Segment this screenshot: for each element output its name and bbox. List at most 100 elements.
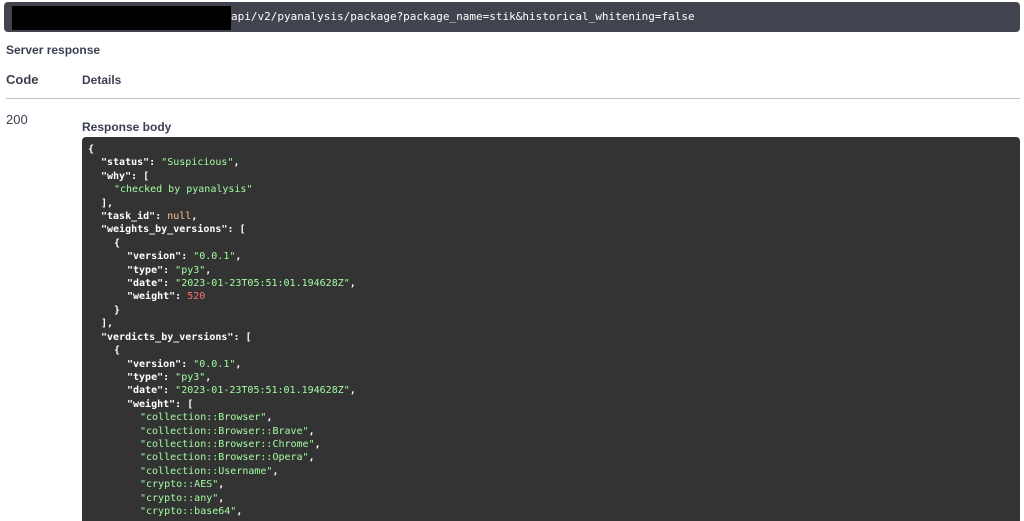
json-line: "weight": [ (88, 398, 1020, 411)
json-token: "crypto::AES" (140, 479, 219, 491)
json-token: "2023-01-23T05:51:01.194628Z" (175, 385, 350, 397)
json-line: "collection::Browser::Opera", (88, 451, 1020, 464)
json-token: { (88, 144, 95, 155)
code-column-header: Code (6, 72, 39, 87)
json-token: null (167, 211, 192, 223)
json-token: : (181, 358, 194, 370)
json-line: ], (88, 317, 1020, 330)
json-token: , (205, 264, 212, 276)
json-token: "type" (127, 371, 164, 383)
json-line: "collection::Username", (88, 465, 1020, 478)
json-token: { (114, 237, 121, 249)
json-token: : (163, 385, 176, 397)
json-token: "0.0.1" (193, 251, 236, 263)
json-line: "type": "py3", (88, 371, 1020, 384)
json-token: : [ (227, 224, 246, 236)
json-line: "crypto::base64", (88, 505, 1020, 518)
json-token: "date" (127, 278, 164, 290)
json-token: : [ (131, 170, 150, 182)
json-token: : (163, 278, 176, 290)
json-token: "weights_by_versions" (101, 224, 228, 236)
json-token: "task_id" (101, 211, 156, 223)
json-line: "verdicts_by_versions": [ (88, 331, 1020, 344)
json-token: "status" (101, 157, 150, 169)
json-line: "checked by pyanalysis" (88, 183, 1020, 196)
json-token: , (272, 465, 279, 477)
json-line: "collection::Browser::Brave", (88, 425, 1020, 438)
json-token: , (191, 211, 198, 223)
json-token: , (308, 452, 315, 464)
json-token: , (314, 438, 321, 450)
json-token: : (163, 371, 176, 383)
json-token: "date" (127, 385, 164, 397)
json-line: { (88, 344, 1020, 357)
json-token: , (235, 358, 242, 370)
json-token: "0.0.1" (193, 358, 236, 370)
json-token: "collection::Username" (140, 465, 273, 477)
json-token: "collection::Browser::Chrome" (140, 438, 315, 450)
json-token: "collection::Browser::Opera" (140, 452, 309, 464)
json-token: , (218, 479, 225, 491)
response-body[interactable]: {"status": "Suspicious", "why": ["checked… (82, 137, 1020, 521)
json-line: "crypto::AES", (88, 478, 1020, 491)
json-token: , (235, 251, 242, 263)
json-line: "task_id": null, (88, 210, 1020, 223)
redacted-host (12, 6, 231, 30)
json-token: , (236, 505, 243, 517)
json-token: "type" (127, 264, 164, 276)
json-token: ], (101, 318, 114, 330)
json-token: , (205, 371, 212, 383)
json-token: , (349, 385, 356, 397)
json-token: "version" (127, 251, 182, 263)
json-line: "version": "0.0.1", (88, 358, 1020, 371)
json-token: } (114, 304, 121, 316)
json-line: ], (88, 197, 1020, 210)
json-token: "weight" (127, 398, 176, 410)
request-url-bar[interactable]: api/v2/pyanalysis/package?package_name=s… (4, 2, 1020, 32)
json-line: "crypto::any", (88, 492, 1020, 505)
json-token: "why" (101, 170, 132, 182)
json-line: { (88, 143, 1020, 156)
json-token: "Suspicious" (161, 157, 234, 169)
json-token: : (181, 251, 194, 263)
response-body-json: {"status": "Suspicious", "why": ["checked… (82, 137, 1020, 518)
json-token: : [ (233, 331, 252, 343)
json-line: "weights_by_versions": [ (88, 223, 1020, 236)
json-token: : (175, 291, 188, 303)
json-token: : (163, 264, 176, 276)
json-token: , (233, 157, 240, 169)
response-status-code: 200 (6, 112, 28, 127)
details-column-header: Details (82, 73, 122, 87)
request-url-text: api/v2/pyanalysis/package?package_name=s… (231, 10, 695, 23)
json-token: "crypto::base64" (140, 505, 237, 517)
json-line: "collection::Browser::Chrome", (88, 438, 1020, 451)
json-token: ], (101, 197, 114, 209)
json-line: { (88, 237, 1020, 250)
json-line: "version": "0.0.1", (88, 250, 1020, 263)
json-line: "type": "py3", (88, 264, 1020, 277)
json-token: "2023-01-23T05:51:01.194628Z" (175, 278, 350, 290)
header-divider (6, 98, 1020, 99)
json-line: } (88, 304, 1020, 317)
json-line: "weight": 520 (88, 290, 1020, 303)
json-token: "py3" (175, 264, 206, 276)
json-token: "verdicts_by_versions" (101, 331, 234, 343)
json-line: "date": "2023-01-23T05:51:01.194628Z", (88, 277, 1020, 290)
json-token: { (114, 345, 121, 357)
json-token: "crypto::any" (140, 492, 219, 504)
json-token: "checked by pyanalysis" (114, 184, 253, 196)
json-token: "version" (127, 358, 182, 370)
json-token: "collection::Browser" (140, 412, 267, 424)
json-token: "py3" (175, 371, 206, 383)
server-response-title: Server response (6, 43, 101, 57)
response-body-label: Response body (82, 120, 172, 134)
json-token: "weight" (127, 291, 176, 303)
json-token: : (155, 211, 168, 223)
json-token: "collection::Browser::Brave" (140, 425, 309, 437)
json-line: "why": [ (88, 170, 1020, 183)
json-token: , (218, 492, 225, 504)
json-line: "date": "2023-01-23T05:51:01.194628Z", (88, 384, 1020, 397)
json-line: "status": "Suspicious", (88, 156, 1020, 169)
json-token: , (308, 425, 315, 437)
json-line: "collection::Browser", (88, 411, 1020, 424)
